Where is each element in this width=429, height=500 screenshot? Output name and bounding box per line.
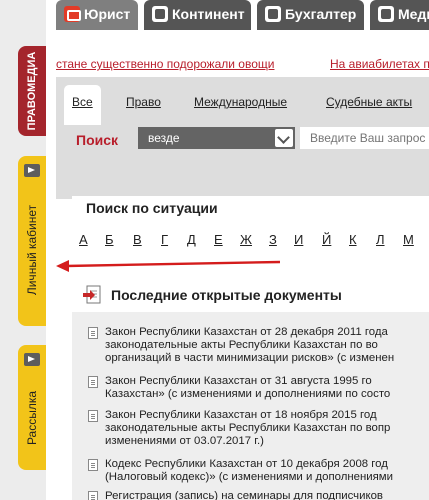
document-icon (88, 410, 98, 422)
red-pointer-arrow-icon (56, 260, 281, 272)
personal-cabinet-label: Личный кабинет (25, 204, 39, 295)
doc-line[interactable]: Казахстан» (с изменениями и дополнениями… (105, 388, 429, 401)
search-scope-value: везде (148, 131, 180, 145)
tab-continent-label: Континент (172, 6, 245, 22)
search-tab-court-acts[interactable]: Судебные акты (326, 95, 412, 109)
news-link-left[interactable]: стане существенно подорожали овощи (56, 57, 274, 71)
accountant-icon (265, 6, 281, 22)
letter-link[interactable]: К (349, 232, 357, 247)
pravomedia-tab[interactable]: ПРАВОМЕДИА (18, 46, 46, 136)
tab-lawyer[interactable]: Юрист (56, 0, 138, 30)
letter-link[interactable]: А (79, 232, 88, 247)
newsletter-label: Рассылка (25, 390, 39, 445)
news-link-right[interactable]: На авиабилетах п (330, 57, 429, 71)
tab-lawyer-label: Юрист (84, 6, 131, 22)
doc-line[interactable]: Закон Республики Казахстан от 28 декабря… (105, 326, 429, 339)
recent-doc-item[interactable]: Кодекс Республики Казахстан от 10 декабр… (88, 458, 429, 488)
situations-title: Поиск по ситуации (86, 200, 218, 216)
letter-link[interactable]: Д (187, 232, 196, 247)
letter-link[interactable]: И (294, 232, 303, 247)
search-tab-law[interactable]: Право (126, 95, 161, 109)
recent-doc-item[interactable]: Закон Республики Казахстан от 28 декабря… (88, 326, 429, 370)
search-input[interactable] (300, 127, 429, 149)
letter-link[interactable]: Ж (240, 232, 252, 247)
pravomedia-tab-label: ПРАВОМЕДИА (26, 51, 38, 131)
tab-accountant[interactable]: Бухгалтер (257, 0, 364, 30)
search-tab-all[interactable]: Все (64, 85, 101, 125)
doc-line[interactable]: Кодекс Республики Казахстан от 10 декабр… (105, 458, 429, 471)
letter-link[interactable]: З (269, 232, 277, 247)
letter-link[interactable]: М (403, 232, 414, 247)
continent-icon (152, 6, 168, 22)
product-tabs: Юрист Континент Бухгалтер Меди (56, 0, 429, 30)
recent-doc-item[interactable]: Закон Республики Казахстан от 31 августа… (88, 375, 429, 407)
doc-line[interactable]: Регистрация (запись) на семинары для под… (105, 490, 429, 500)
doc-line[interactable]: организаций в части минимизации рисков» … (105, 352, 429, 365)
doc-line[interactable]: законодательные акты Республики Казахста… (105, 422, 429, 435)
recent-docs-list: Закон Республики Казахстан от 28 декабря… (88, 326, 429, 500)
letter-link[interactable]: Б (105, 232, 114, 247)
search-row: Поиск везде (68, 125, 429, 153)
search-panel: Все Право Международные Судебные акты По… (56, 77, 429, 177)
recent-docs-title: Последние открытые документы (111, 287, 342, 303)
lawyer-icon (64, 6, 81, 22)
personal-cabinet-tab[interactable]: Личный кабинет (18, 156, 46, 326)
search-tab-international[interactable]: Международные (194, 95, 287, 109)
newsletter-tab[interactable]: Рассылка (18, 345, 46, 470)
tab-continent[interactable]: Континент (144, 0, 251, 30)
left-sidebar: ПРАВОМЕДИА Личный кабинет Рассылка (0, 0, 46, 500)
doc-line[interactable]: Закон Республики Казахстан от 31 августа… (105, 375, 429, 388)
login-arrow-icon (24, 164, 40, 177)
tab-accountant-label: Бухгалтер (285, 6, 357, 22)
document-icon (88, 459, 98, 471)
media-icon (378, 6, 394, 22)
recent-doc-item[interactable]: Закон Республики Казахстан от 18 ноября … (88, 409, 429, 453)
doc-line[interactable]: Закон Республики Казахстан от 18 ноября … (105, 409, 429, 422)
search-label: Поиск (76, 132, 119, 148)
letter-link[interactable]: В (133, 232, 142, 247)
recent-doc-item[interactable]: Регистрация (запись) на семинары для под… (88, 490, 429, 500)
document-icon (88, 327, 98, 339)
chevron-down-icon[interactable] (275, 129, 293, 147)
letter-link[interactable]: Й (322, 232, 331, 247)
letter-link[interactable]: Г (161, 232, 168, 247)
doc-line[interactable]: изменениями от 03.07.2017 г.) (105, 435, 429, 448)
newsletter-arrow-icon (24, 353, 40, 366)
document-icon (88, 491, 98, 500)
doc-line[interactable]: (Налоговый кодекс)» (с изменениями и доп… (105, 471, 429, 484)
tab-media-label: Меди (398, 6, 429, 22)
doc-line[interactable]: законодательные акты Республики Казахста… (105, 339, 429, 352)
recent-documents-icon (83, 285, 101, 304)
document-icon (88, 376, 98, 388)
letter-link[interactable]: Л (376, 232, 385, 247)
tab-media[interactable]: Меди (370, 0, 429, 30)
letter-link[interactable]: Е (214, 232, 223, 247)
search-scope-select[interactable]: везде (138, 127, 295, 149)
